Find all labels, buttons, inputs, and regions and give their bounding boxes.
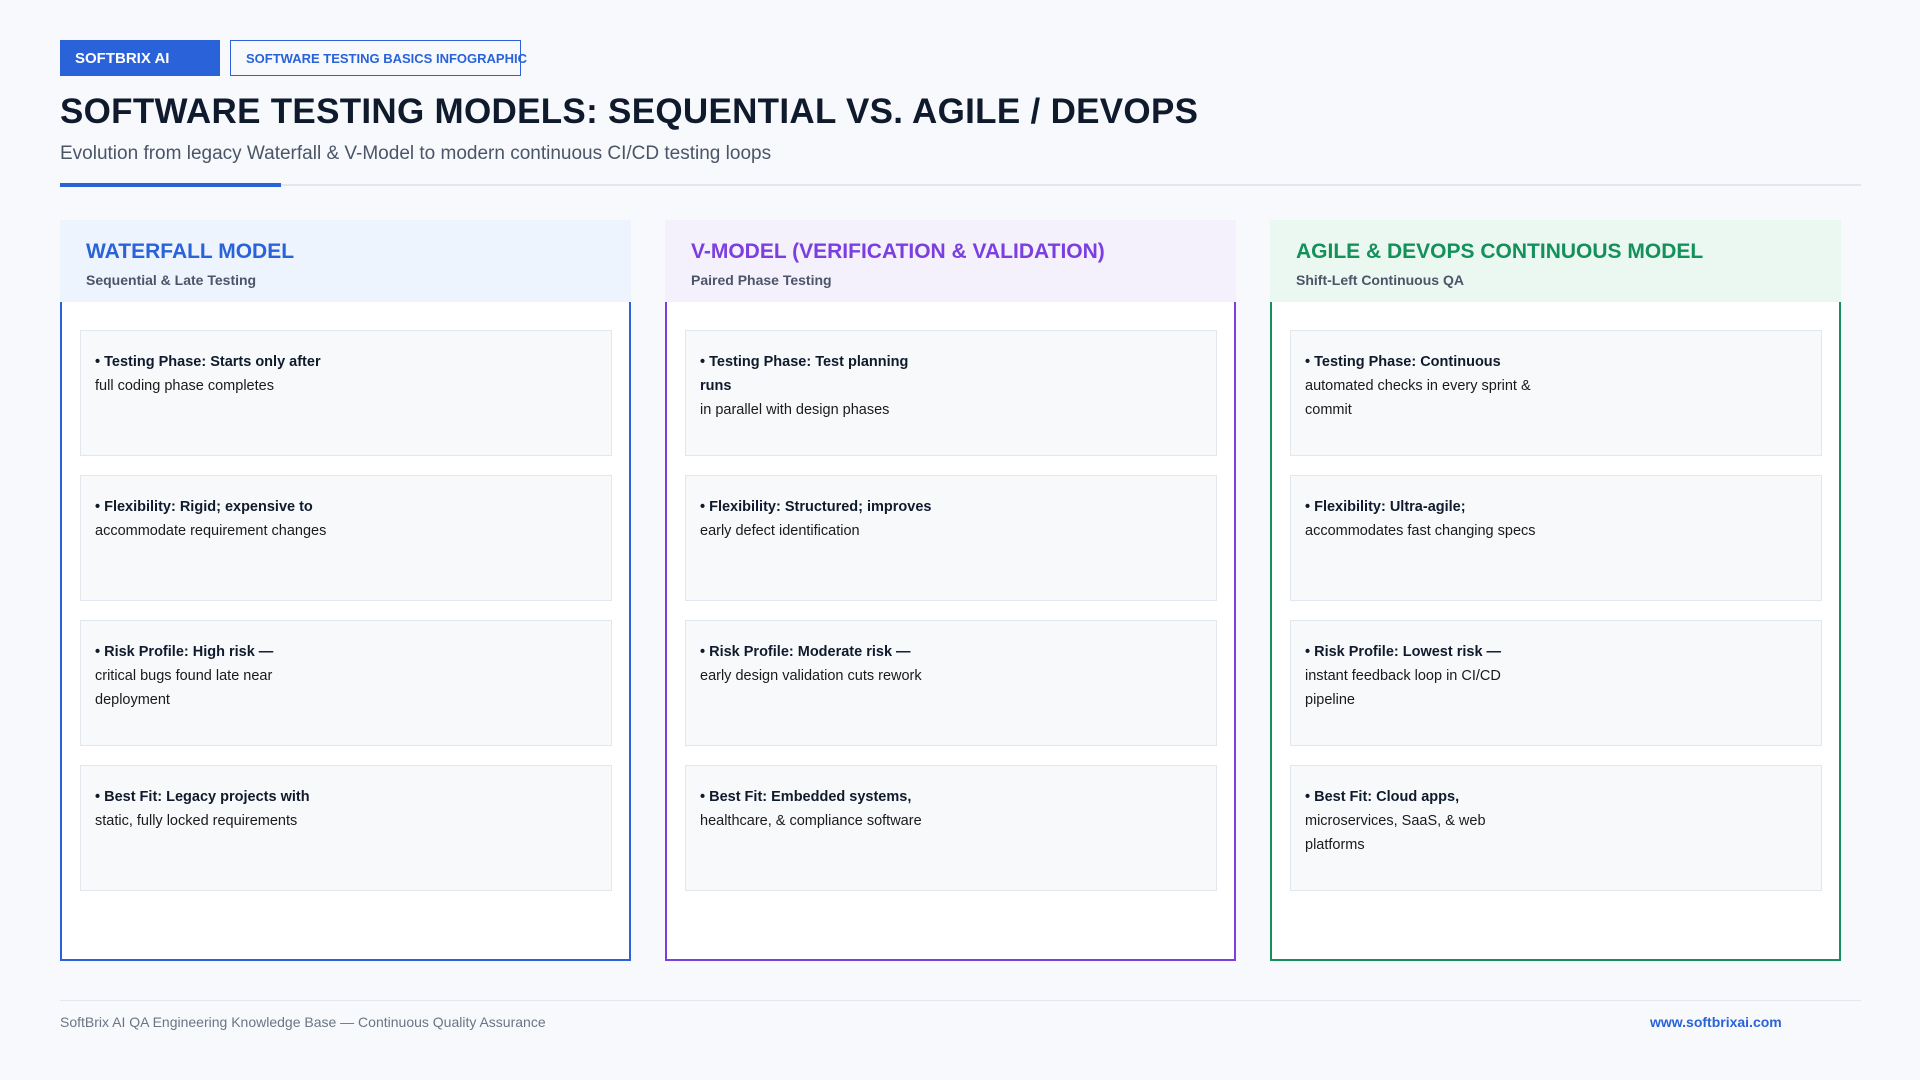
card-body: microservices, SaaS, & web platforms: [1305, 813, 1486, 853]
page-subtitle: Evolution from legacy Waterfall & V-Mode…: [60, 143, 772, 164]
card-lead: • Testing Phase: Test planning runs: [700, 354, 909, 394]
card-lead: • Best Fit: Cloud apps,: [1305, 789, 1460, 805]
card-lead: • Flexibility: Structured; improves: [700, 499, 932, 515]
footer-text: SoftBrix AI QA Engineering Knowledge Bas…: [60, 1014, 546, 1030]
card-lead: • Flexibility: Ultra-agile;: [1305, 499, 1466, 515]
page-title: SOFTWARE TESTING MODELS: SEQUENTIAL VS. …: [60, 92, 1199, 131]
brand-badge: SOFTBRIX AI: [60, 40, 220, 76]
footer-divider: [60, 1000, 1861, 1001]
vmodel-subtitle: Paired Phase Testing: [691, 272, 832, 288]
card-lead: • Best Fit: Embedded systems,: [700, 789, 912, 805]
agile-devops-column-header: AGILE & DEVOPS CONTINUOUS MODEL Shift-Le…: [1270, 220, 1841, 302]
card-lead: • Flexibility: Rigid; expensive to: [95, 499, 313, 515]
waterfall-column-header: WATERFALL MODEL Sequential & Late Testin…: [60, 220, 631, 302]
header-divider: [60, 184, 1861, 186]
waterfall-best-fit-card: • Best Fit: Legacy projects with static, …: [80, 765, 612, 891]
category-tag-label: SOFTWARE TESTING BASICS INFOGRAPHIC: [246, 50, 527, 66]
agile-best-fit-card: • Best Fit: Cloud apps, microservices, Sa…: [1290, 765, 1822, 891]
agile-risk-profile-card: • Risk Profile: Lowest risk — instant fee…: [1290, 620, 1822, 746]
card-lead: • Risk Profile: High risk —: [95, 644, 274, 660]
agile-devops-subtitle: Shift-Left Continuous QA: [1296, 272, 1464, 288]
vmodel-risk-profile-card: • Risk Profile: Moderate risk — early des…: [685, 620, 1217, 746]
vmodel-column: V-MODEL (VERIFICATION & VALIDATION) Pair…: [665, 220, 1236, 961]
waterfall-subtitle: Sequential & Late Testing: [86, 272, 257, 288]
agile-devops-column: AGILE & DEVOPS CONTINUOUS MODEL Shift-Le…: [1270, 220, 1841, 961]
card-body: accommodate requirement changes: [95, 523, 327, 539]
card-body: instant feedback loop in CI/CD pipeline: [1305, 668, 1501, 708]
waterfall-flexibility-card: • Flexibility: Rigid; expensive to accomm…: [80, 475, 612, 601]
waterfall-testing-phase-card: • Testing Phase: Starts only after full c…: [80, 330, 612, 456]
card-body: static, fully locked requirements: [95, 813, 298, 829]
agile-testing-phase-card: • Testing Phase: Continuous automated che…: [1290, 330, 1822, 456]
card-body: accommodates fast changing specs: [1305, 523, 1536, 539]
card-body: early defect identification: [700, 523, 860, 539]
card-body: automated checks in every sprint & commi…: [1305, 378, 1531, 418]
category-tag: SOFTWARE TESTING BASICS INFOGRAPHIC: [230, 40, 527, 76]
card-lead: • Risk Profile: Moderate risk —: [700, 644, 911, 660]
vmodel-column-header: V-MODEL (VERIFICATION & VALIDATION) Pair…: [665, 220, 1236, 302]
header-divider-accent: [60, 183, 281, 187]
waterfall-title: WATERFALL MODEL: [86, 240, 295, 263]
card-body: full coding phase completes: [95, 378, 274, 394]
brand-label: SOFTBRIX AI: [75, 49, 170, 67]
waterfall-risk-profile-card: • Risk Profile: High risk — critical bugs…: [80, 620, 612, 746]
card-lead: • Best Fit: Legacy projects with: [95, 789, 310, 805]
card-body: critical bugs found late near deployment: [95, 668, 273, 708]
agile-flexibility-card: • Flexibility: Ultra-agile; accommodates …: [1290, 475, 1822, 601]
waterfall-column: WATERFALL MODEL Sequential & Late Testin…: [60, 220, 631, 961]
website-link[interactable]: www.softbrixai.com: [1650, 1014, 1782, 1030]
card-body: healthcare, & compliance software: [700, 813, 922, 829]
card-lead: • Risk Profile: Lowest risk —: [1305, 644, 1502, 660]
card-body: in parallel with design phases: [700, 402, 890, 418]
vmodel-testing-phase-card: • Testing Phase: Test planning runs in pa…: [685, 330, 1217, 456]
vmodel-best-fit-card: • Best Fit: Embedded systems, healthcare,…: [685, 765, 1217, 891]
card-lead: • Testing Phase: Continuous: [1305, 354, 1501, 370]
vmodel-flexibility-card: • Flexibility: Structured; improves early…: [685, 475, 1217, 601]
card-body: early design validation cuts rework: [700, 668, 922, 684]
vmodel-title: V-MODEL (VERIFICATION & VALIDATION): [691, 240, 1105, 263]
card-lead: • Testing Phase: Starts only after: [95, 354, 321, 370]
agile-devops-title: AGILE & DEVOPS CONTINUOUS MODEL: [1296, 240, 1704, 263]
